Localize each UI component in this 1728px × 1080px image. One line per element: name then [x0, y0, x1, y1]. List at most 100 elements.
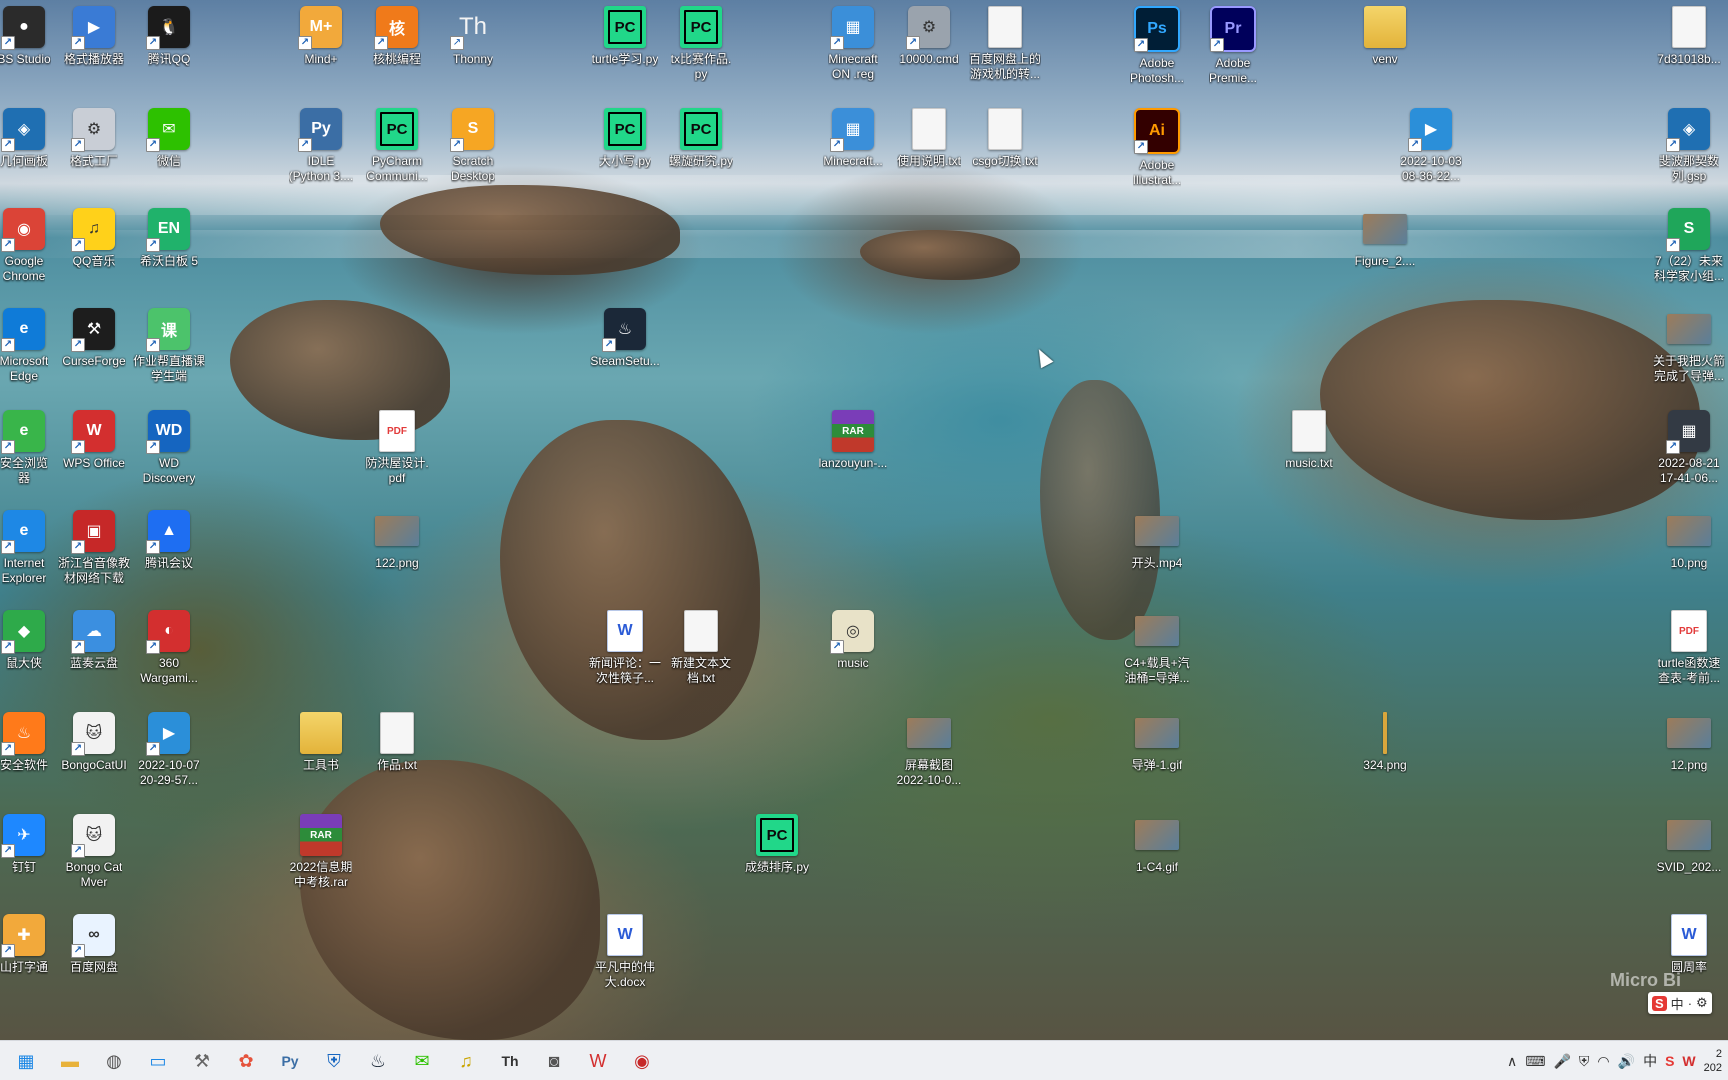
desktop-icon[interactable]: PC PyCharm Communi... — [355, 108, 439, 184]
desktop-icon[interactable]: 10.png — [1647, 510, 1728, 571]
desktop-icon[interactable]: 🐱 ↗ BongoCatUI — [52, 712, 136, 773]
desktop-icon[interactable]: 使用说明.txt — [887, 108, 971, 169]
volume-icon[interactable]: 🔊 — [1618, 1053, 1635, 1070]
desktop-icon[interactable]: ☁ ↗ 蓝奏云盘 — [52, 610, 136, 671]
idle-button[interactable]: Py — [272, 1045, 308, 1077]
desktop-icon[interactable]: 导弹-1.gif — [1115, 712, 1199, 773]
thonny-button[interactable]: Th — [492, 1045, 528, 1077]
desktop-icon[interactable]: csgo切换.txt — [963, 108, 1047, 169]
desktop-icon[interactable]: WD ↗ WD Discovery — [127, 410, 211, 486]
wifi-icon[interactable]: ◠ — [1597, 1053, 1609, 1070]
desktop-icon[interactable]: ▦ ↗ Minecraft ON .reg — [811, 6, 895, 82]
microphone-icon[interactable]: 🎤 — [1553, 1053, 1570, 1070]
desktop-icon[interactable]: 7d31018b... — [1647, 6, 1728, 67]
camera-button[interactable]: ◙ — [536, 1045, 572, 1077]
desktop-icon[interactable]: 324.png — [1343, 712, 1427, 773]
desktop-icon[interactable]: 12.png — [1647, 712, 1728, 773]
wps-button[interactable]: W — [580, 1045, 616, 1077]
ime-punctuation-toggle[interactable]: · — [1688, 996, 1692, 1011]
recorder-button[interactable]: ◉ — [624, 1045, 660, 1077]
shield-icon[interactable]: ⛨ — [1579, 1053, 1590, 1070]
desktop-icon[interactable]: 新建文本文 档.txt — [659, 610, 743, 686]
desktop-icon[interactable]: ▣ ↗ 浙江省音像教 材网络下载 — [52, 510, 136, 586]
desktop-icon[interactable]: 1-C4.gif — [1115, 814, 1199, 875]
desktop-icon[interactable]: venv — [1343, 6, 1427, 67]
desktop-icon[interactable]: ▶ ↗ 2022-10-03 08-36-22... — [1389, 108, 1473, 184]
desktop-icon[interactable]: 百度网盘上的 游戏机的转... — [963, 6, 1047, 82]
desktop-icon[interactable]: music.txt — [1267, 410, 1351, 471]
desktop-icon[interactable]: W 平凡中的伟 大.docx — [583, 914, 667, 990]
qq-music-button[interactable]: ♫ — [448, 1045, 484, 1077]
desktop-icon[interactable]: 关于我把火箭 完成了导弹... — [1647, 308, 1728, 384]
desktop-icon[interactable]: PC 大小写.py — [583, 108, 667, 169]
desktop-icon[interactable]: Figure_2.... — [1343, 208, 1427, 269]
desktop-icon[interactable]: 作品.txt — [355, 712, 439, 773]
desktop-icon[interactable]: 122.png — [355, 510, 439, 571]
desktop-icon[interactable]: 核 ↗ 核桃编程 — [355, 6, 439, 67]
desktop-icon[interactable]: ⚙ ↗ 10000.cmd — [887, 6, 971, 67]
file-explorer-button[interactable]: ▬ — [52, 1045, 88, 1077]
desktop-icon[interactable]: RAR 2022信息期 中考核.rar — [279, 814, 363, 890]
desktop-icon[interactable]: 屏幕截图 2022-10-0... — [887, 712, 971, 788]
ime-indicator[interactable]: 中 — [1643, 1051, 1657, 1071]
ime-mode-toggle[interactable]: 中 — [1671, 994, 1684, 1013]
tray-chevron-icon[interactable]: ∧ — [1507, 1053, 1517, 1070]
desktop-icon[interactable]: PC tx比赛作品. py — [659, 6, 743, 82]
paint-app-button[interactable]: ✿ — [228, 1045, 264, 1077]
desktop-icon[interactable]: ♨ ↗ SteamSetu... — [583, 308, 667, 369]
tool-app-button[interactable]: ⚒ — [184, 1045, 220, 1077]
desktop-icon[interactable]: ▶ ↗ 格式播放器 — [52, 6, 136, 67]
desktop-icon[interactable]: ∞ ↗ 百度网盘 — [52, 914, 136, 975]
desktop-icon[interactable]: ▶ ↗ 2022-10-07 20-29-57... — [127, 712, 211, 788]
desktop-icon[interactable]: PDF 防洪屋设计. pdf — [355, 410, 439, 486]
usb-icon[interactable]: ⌨ — [1525, 1053, 1545, 1070]
desktop-icon[interactable]: 🐱 ↗ Bongo Cat Mver — [52, 814, 136, 890]
wechat-button[interactable]: ✉ — [404, 1045, 440, 1077]
desktop-icon[interactable]: PC 螺旋研究.py — [659, 108, 743, 169]
desktop-icon[interactable]: 课 ↗ 作业帮直播课 学生端 — [127, 308, 211, 384]
desktop-icon[interactable]: SVID_202... — [1647, 814, 1728, 875]
desktop-icon[interactable]: W ↗ WPS Office — [52, 410, 136, 471]
desktop-icon[interactable]: W 新闻评论：一 次性筷子... — [583, 610, 667, 686]
desktop-icon[interactable]: Pr ↗ Adobe Premie... — [1191, 6, 1275, 86]
desktop-icon[interactable]: EN ↗ 希沃白板 5 — [127, 208, 211, 269]
desktop-icon[interactable]: 开头.mp4 — [1115, 510, 1199, 571]
desktop-icon[interactable]: Ps ↗ Adobe Photosh... — [1115, 6, 1199, 86]
sogou-tray-icon[interactable]: S — [1665, 1053, 1674, 1069]
desktop-icon[interactable]: ▦ ↗ 2022-08-21 17-41-06... — [1647, 410, 1728, 486]
desktop-icon[interactable]: ⚙ ↗ 格式工厂 — [52, 108, 136, 169]
desktop-icon[interactable]: Py ↗ IDLE (Python 3.... — [279, 108, 363, 184]
desktop-icon[interactable]: ◎ ↗ music — [811, 610, 895, 671]
ime-settings-icon[interactable]: ⚙ — [1696, 995, 1708, 1011]
desktop-icon[interactable]: ◈ ↗ 斐波那契数 列.gsp — [1647, 108, 1728, 184]
desktop-icon[interactable]: ▦ ↗ Minecraft... — [811, 108, 895, 169]
desktop-icon[interactable]: C4+载具+汽 油桶=导弹... — [1115, 610, 1199, 686]
desktop-icon[interactable]: ✉ ↗ 微信 — [127, 108, 211, 169]
desktop-icon[interactable]: M+ ↗ Mind+ — [279, 6, 363, 67]
desktop-icon[interactable]: PC 成绩排序.py — [735, 814, 819, 875]
sogou-icon[interactable]: S — [1652, 995, 1667, 1011]
desktop-icon[interactable]: Ai ↗ Adobe Illustrat... — [1115, 108, 1199, 188]
ime-toolbar[interactable]: S 中 · ⚙ — [1648, 992, 1712, 1014]
desktop-icon[interactable]: W 圆周率 — [1647, 914, 1728, 975]
desktop-icon[interactable]: ♫ ↗ QQ音乐 — [52, 208, 136, 269]
desktop-icon[interactable]: ⚒ ↗ CurseForge — [52, 308, 136, 369]
desktop-icon[interactable]: RAR lanzouyun-... — [811, 410, 895, 471]
desktop-icon[interactable]: Th ↗ Thonny — [431, 6, 515, 67]
desktop-icon[interactable]: PC turtle学习.py — [583, 6, 667, 67]
steam-button[interactable]: ♨ — [360, 1045, 396, 1077]
desktop-icon[interactable]: S ↗ Scratch Desktop — [431, 108, 515, 184]
desktop-icon[interactable]: S ↗ 7（22）未来 科学家小组... — [1647, 208, 1728, 284]
desktop-icon[interactable]: 工具书 — [279, 712, 363, 773]
desktop-icon-label: Minecraft... — [823, 154, 883, 168]
start-button[interactable]: ▦ — [8, 1045, 44, 1077]
remote-desktop-button[interactable]: ▭ — [140, 1045, 176, 1077]
compass-app-button[interactable]: ◍ — [96, 1045, 132, 1077]
desktop-icon[interactable]: ◐ ↗ 360 Wargami... — [127, 610, 211, 686]
desktop-icon[interactable]: ▲ ↗ 腾讯会议 — [127, 510, 211, 571]
security-shield-button[interactable]: ⛨ — [316, 1045, 352, 1077]
wps-tray-icon[interactable]: W — [1682, 1053, 1695, 1069]
clock[interactable]: 2 202 — [1704, 1047, 1722, 1075]
desktop-icon[interactable]: 🐧 ↗ 腾讯QQ — [127, 6, 211, 67]
desktop-icon[interactable]: PDF turtle函数速 查表-考前... — [1647, 610, 1728, 686]
